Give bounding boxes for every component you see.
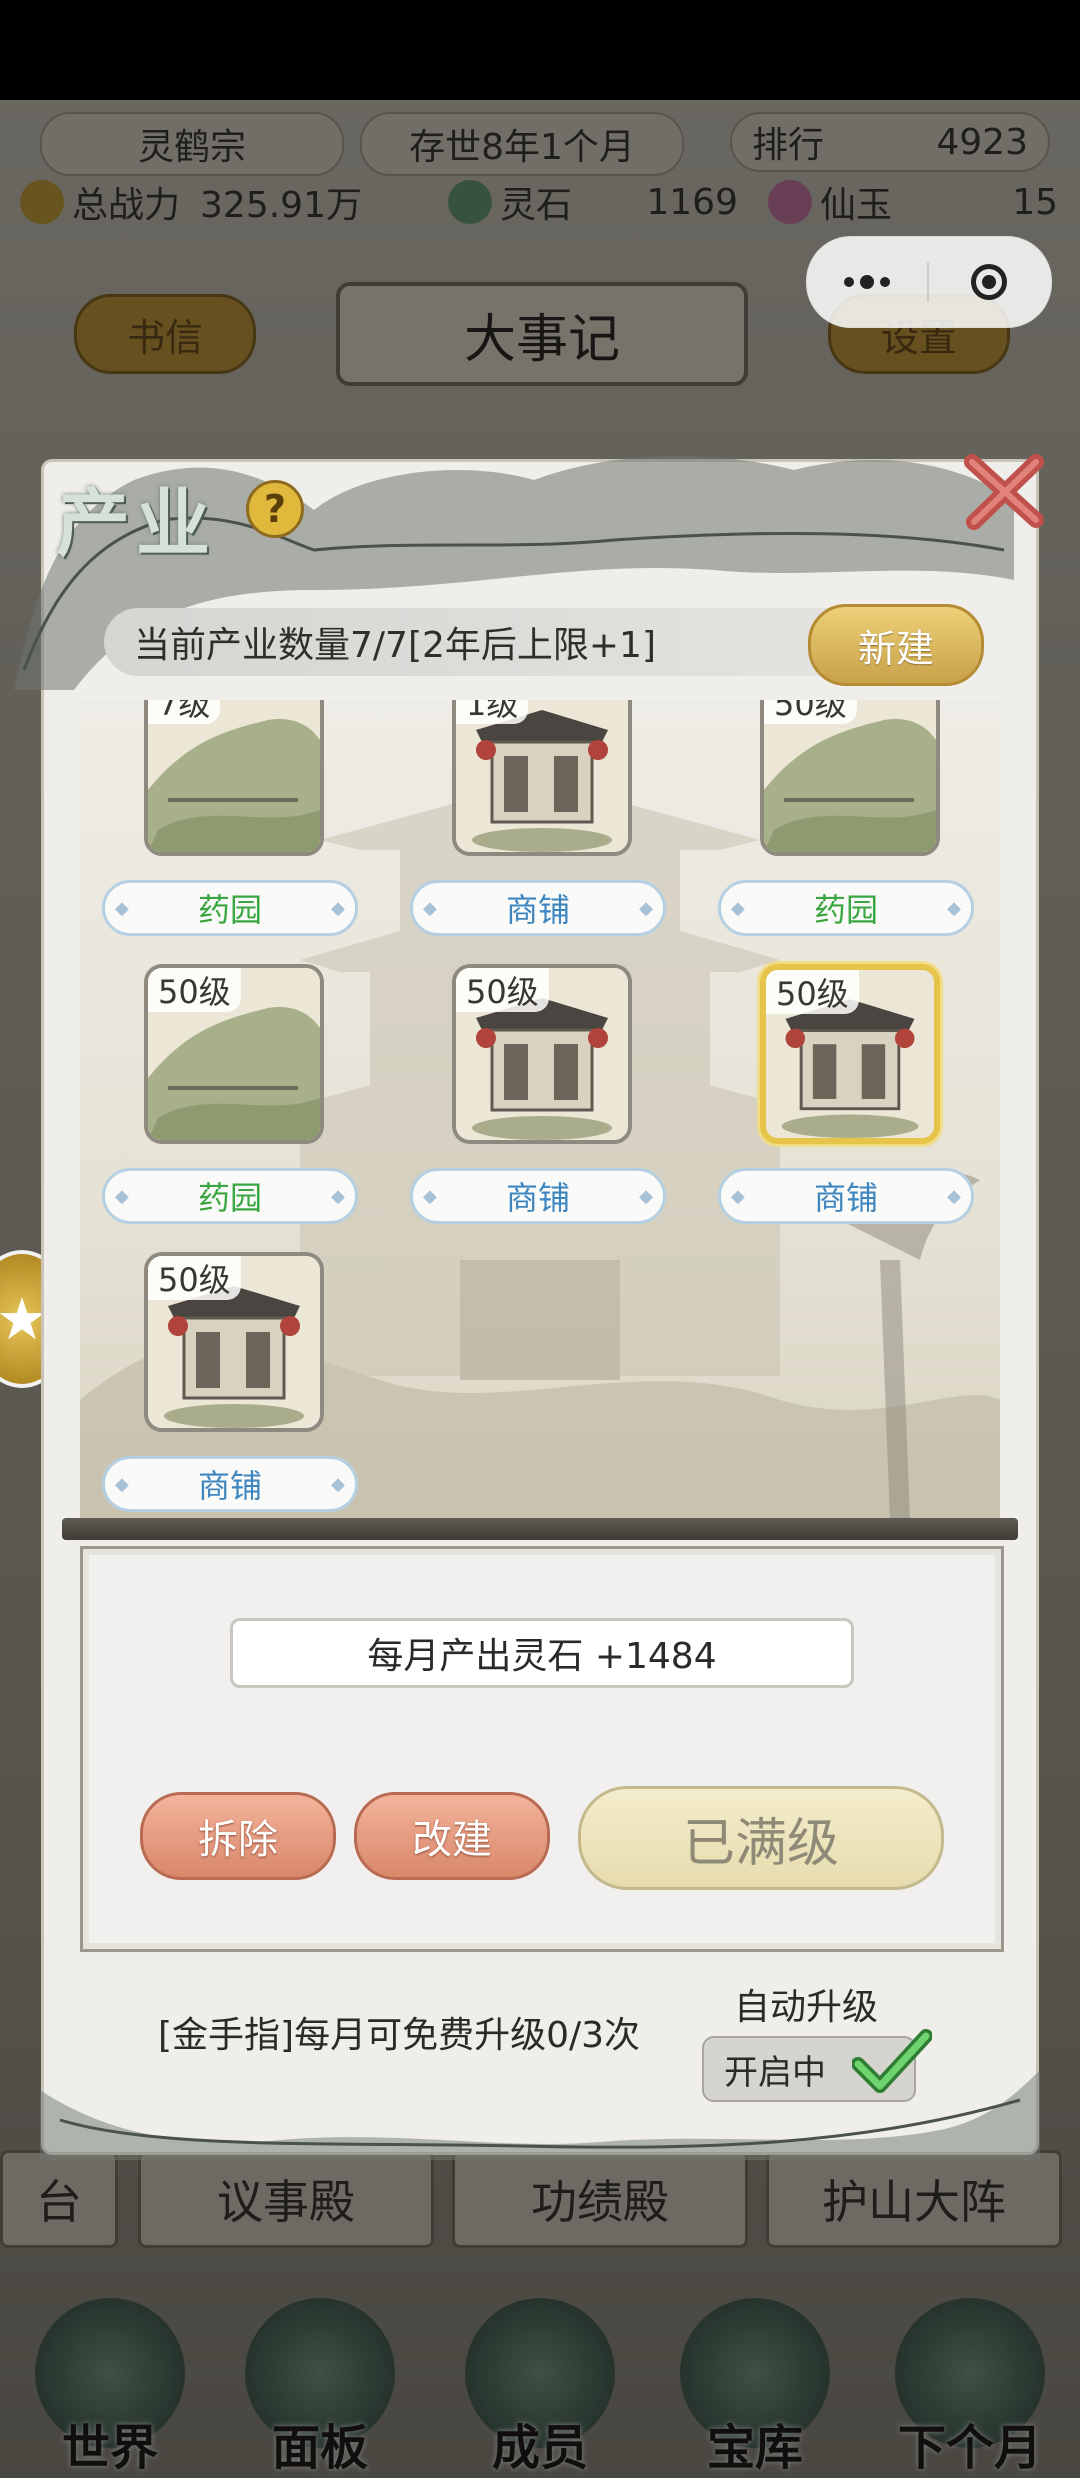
- industry-name-tag: 药园: [102, 880, 358, 936]
- industry-name-tag: 商铺: [410, 880, 666, 936]
- close-icon[interactable]: [962, 448, 1048, 534]
- industry-name-tag: 商铺: [718, 1168, 974, 1224]
- level-badge: 1级: [456, 700, 529, 724]
- auto-upgrade-toggle[interactable]: 开启中: [702, 2029, 932, 2102]
- level-badge: 7级: [148, 700, 221, 724]
- max-level-button: 已满级: [578, 1786, 944, 1890]
- auto-upgrade-label: 自动升级: [734, 1987, 879, 2028]
- industry-count-text: 当前产业数量7/7[2年后上限+1]: [134, 625, 657, 666]
- demolish-button[interactable]: 拆除: [140, 1792, 336, 1880]
- industry-card[interactable]: 50级: [760, 700, 940, 856]
- rebuild-button[interactable]: 改建: [354, 1792, 550, 1880]
- close-miniprogram-icon[interactable]: [929, 237, 1049, 327]
- industry-card[interactable]: 50级: [144, 964, 324, 1144]
- miniprogram-capsule: [806, 236, 1052, 328]
- panel-divider: [62, 1518, 1018, 1540]
- status-bar: [0, 0, 1080, 100]
- modal-title: 产业: [56, 481, 216, 567]
- industry-grid: 7级 药园 1级 商铺 50级 药园 50级: [80, 700, 1000, 1520]
- checkmark-icon: [852, 2029, 932, 2093]
- industry-card[interactable]: 50级: [452, 964, 632, 1144]
- help-icon[interactable]: ?: [246, 480, 304, 538]
- level-badge: 50级: [456, 968, 549, 1012]
- level-badge: 50级: [766, 970, 859, 1014]
- industry-card[interactable]: 50级: [144, 1252, 324, 1432]
- level-badge: 50级: [148, 968, 241, 1012]
- industry-name-tag: 商铺: [410, 1168, 666, 1224]
- industry-card-selected[interactable]: 50级: [760, 964, 940, 1144]
- level-badge: 50级: [764, 700, 857, 724]
- industry-name-tag: 药园: [718, 880, 974, 936]
- industry-name-tag: 商铺: [102, 1456, 358, 1512]
- level-badge: 50级: [148, 1256, 241, 1300]
- golden-finger-text: [金手指]每月可免费升级0/3次: [158, 2015, 641, 2056]
- industry-card[interactable]: 7级: [144, 700, 324, 856]
- more-menu-icon[interactable]: [807, 237, 927, 327]
- industry-card[interactable]: 1级: [452, 700, 632, 856]
- new-industry-button[interactable]: 新建: [808, 604, 984, 686]
- industry-info-panel: [80, 1546, 1004, 1952]
- monthly-output: 每月产出灵石 +1484: [230, 1618, 854, 1688]
- industry-name-tag: 药园: [102, 1168, 358, 1224]
- auto-upgrade-state: 开启中: [724, 2052, 826, 2093]
